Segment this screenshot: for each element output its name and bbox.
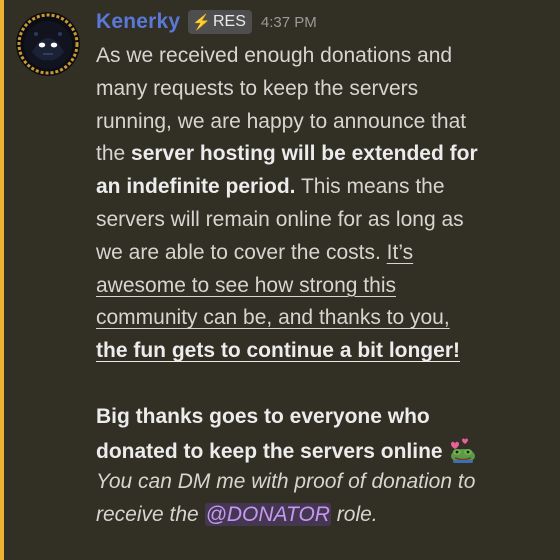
text: we are able to cover the costs. <box>96 240 387 264</box>
chat-message: Kenerky ⚡ RES 4:37 PM As we received eno… <box>0 0 560 560</box>
username[interactable]: Kenerky <box>96 10 180 34</box>
role-tag[interactable]: ⚡ RES <box>188 10 252 34</box>
italic-text: role. <box>330 503 378 527</box>
underlined-text: It’s <box>386 240 414 264</box>
text: This means the <box>295 175 445 199</box>
text-line: receive the @DONATOR role. <box>96 499 546 532</box>
text-line: we are able to cover the costs. It’s <box>96 237 546 270</box>
avatar[interactable] <box>16 12 80 76</box>
text-line: an indefinite period. This means the <box>96 171 546 204</box>
lightning-bolt-icon: ⚡ <box>192 14 211 31</box>
underlined-text: community can be, and thanks to you, <box>96 306 450 330</box>
bold-text: donated to keep the servers online <box>96 439 443 463</box>
message-header: Kenerky ⚡ RES 4:37 PM <box>96 8 317 36</box>
pepe-hearts-emoji[interactable] <box>447 434 477 464</box>
timestamp[interactable]: 4:37 PM <box>261 14 317 31</box>
text-line: running, we are happy to announce that <box>96 106 546 139</box>
bold-text: an indefinite period. <box>96 175 296 199</box>
text-line: the fun gets to continue a bit longer! <box>96 335 546 368</box>
text-line: Big thanks goes to everyone who <box>96 401 546 434</box>
mention-highlight-bar <box>0 0 4 560</box>
text: the <box>96 142 132 166</box>
text-line: You can DM me with proof of donation to <box>96 466 546 499</box>
role-mention[interactable]: @DONATOR <box>204 503 331 527</box>
role-tag-label: RES <box>212 13 246 30</box>
message-content: As we received enough donations and many… <box>96 40 546 532</box>
bold-text: Big thanks goes to everyone who <box>96 404 430 428</box>
bold-text: server hosting will be extended for <box>131 142 478 166</box>
text-line: donated to keep the servers online <box>96 434 546 467</box>
bold-underlined-text: the fun gets to continue a bit longer! <box>96 339 460 363</box>
italic-text: receive the <box>96 503 205 527</box>
avatar-image <box>16 12 80 76</box>
text: many requests to keep the servers <box>96 76 419 100</box>
text-line: As we received enough donations and <box>96 40 546 73</box>
text-line: awesome to see how strong this <box>96 270 546 303</box>
text-line: many requests to keep the servers <box>96 73 546 106</box>
text: running, we are happy to announce that <box>96 109 467 133</box>
text-line: community can be, and thanks to you, <box>96 302 546 335</box>
underlined-text: awesome to see how strong this <box>96 273 396 297</box>
text: servers will remain online for as long a… <box>96 207 464 231</box>
italic-text: You can DM me with proof of donation to <box>96 470 476 494</box>
text: As we received enough donations and <box>96 44 453 67</box>
text-line: the server hosting will be extended for <box>96 138 546 171</box>
text-line: servers will remain online for as long a… <box>96 204 546 237</box>
